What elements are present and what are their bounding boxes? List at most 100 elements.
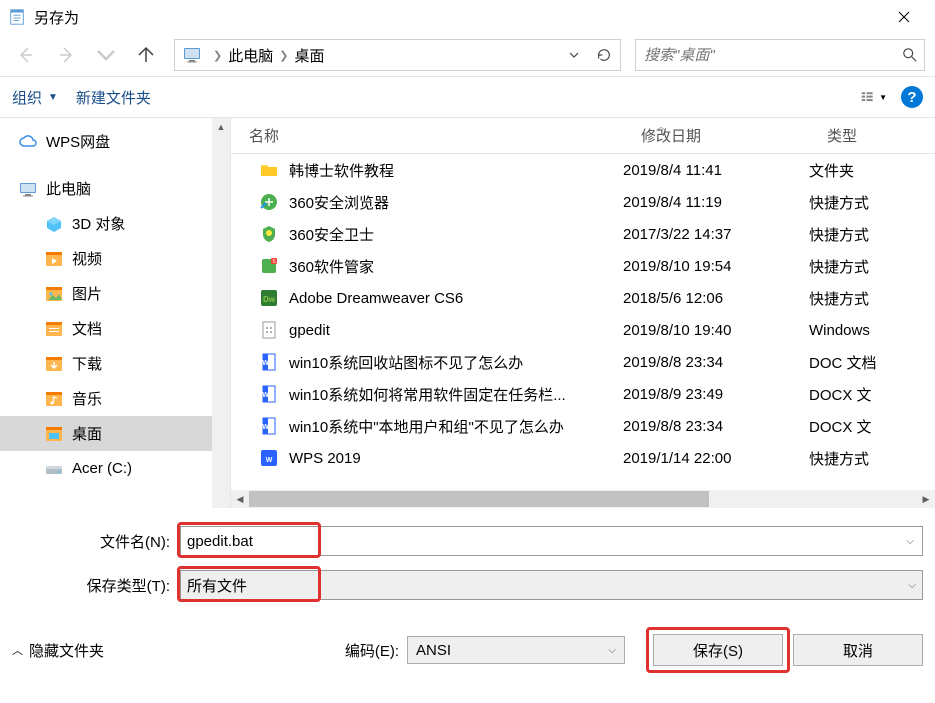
back-button[interactable] [10, 39, 42, 71]
file-date: 2018/5/6 12:06 [623, 290, 809, 307]
forward-button[interactable] [50, 39, 82, 71]
file-name: 韩博士软件教程 [289, 160, 623, 181]
file-type: 快捷方式 [809, 288, 935, 309]
file-name: win10系统回收站图标不见了怎么办 [289, 352, 623, 373]
file-row[interactable]: S360软件管家2019/8/10 19:54快捷方式 [231, 250, 935, 282]
file-row[interactable]: gpedit2019/8/10 19:40Windows [231, 314, 935, 346]
up-button[interactable] [130, 39, 162, 71]
chevron-up-icon: ︿ [12, 642, 23, 658]
cloud-icon [18, 132, 38, 152]
file-type: 文件夹 [809, 160, 935, 181]
file-row[interactable]: 韩博士软件教程2019/8/4 11:41文件夹 [231, 154, 935, 186]
file-type: 快捷方式 [809, 256, 935, 277]
sidebar-item[interactable]: 桌面 [0, 416, 230, 451]
column-date[interactable]: 修改日期 [623, 118, 809, 153]
scroll-left-icon[interactable]: ◀ [231, 490, 249, 508]
file-row[interactable]: 360安全浏览器2019/8/4 11:19快捷方式 [231, 186, 935, 218]
crumb-sep-icon: ❯ [213, 49, 222, 62]
encoding-dropdown[interactable]: ANSI ⌵ [407, 636, 625, 664]
search-input[interactable] [636, 47, 896, 64]
scroll-right-icon[interactable]: ▶ [917, 490, 935, 508]
sidebar-item[interactable]: 下载 [0, 346, 230, 381]
savetype-dropdown[interactable]: 所有文件 ⌵ [180, 570, 923, 600]
file-name: 360软件管家 [289, 256, 623, 277]
file-name: win10系统如何将常用软件固定在任务栏... [289, 384, 623, 405]
column-name[interactable]: 名称 [231, 118, 623, 153]
file-row[interactable]: Wwin10系统中"本地用户和组"不见了怎么办2019/8/8 23:34DOC… [231, 410, 935, 442]
filename-field-wrap: ⌵ [180, 526, 923, 556]
scroll-up-icon[interactable]: ▲ [212, 118, 230, 136]
search-button[interactable] [896, 41, 924, 69]
crumb-current[interactable]: 桌面 [294, 45, 324, 66]
address-dropdown[interactable] [560, 41, 588, 69]
hide-folders-toggle[interactable]: ︿ 隐藏文件夹 [12, 640, 104, 661]
filename-input[interactable] [187, 533, 916, 550]
file-date: 2019/1/14 22:00 [623, 450, 809, 467]
svg-text:Dw: Dw [263, 295, 276, 304]
lnk5-icon: W [259, 448, 279, 468]
file-row[interactable]: 360安全卫士2017/3/22 14:37快捷方式 [231, 218, 935, 250]
chevron-down-icon[interactable]: ⌵ [906, 536, 914, 547]
scroll-thumb[interactable] [249, 491, 709, 507]
sidebar-item[interactable]: WPS网盘 [0, 124, 230, 159]
folder-icon [259, 160, 279, 180]
close-button[interactable] [881, 1, 927, 33]
savetype-label: 保存类型(T): [12, 575, 180, 596]
toolbar: 组织▼ 新建文件夹 ▼ ? [0, 76, 935, 118]
file-name: gpedit [289, 322, 623, 339]
pc-icon [18, 179, 38, 199]
svg-text:W: W [262, 360, 269, 367]
sidebar-item[interactable]: Acer (C:) [0, 451, 230, 486]
file-type: DOC 文档 [809, 352, 935, 373]
bottom-bar: ︿ 隐藏文件夹 编码(E): ANSI ⌵ 保存(S) 取消 [0, 614, 935, 680]
video-icon [44, 249, 64, 269]
file-row[interactable]: Wwin10系统回收站图标不见了怎么办2019/8/8 23:34DOC 文档 [231, 346, 935, 378]
pic-icon [44, 284, 64, 304]
file-type: 快捷方式 [809, 224, 935, 245]
sidebar-item-label: WPS网盘 [46, 131, 110, 152]
sidebar-item[interactable]: 图片 [0, 276, 230, 311]
refresh-button[interactable] [590, 41, 618, 69]
view-options-button[interactable]: ▼ [861, 86, 887, 108]
horizontal-scrollbar[interactable]: ◀ ▶ [231, 490, 935, 508]
file-name: 360安全卫士 [289, 224, 623, 245]
docw-icon: W [259, 384, 279, 404]
lnk4-icon: Dw [259, 288, 279, 308]
column-type[interactable]: 类型 [809, 118, 935, 153]
sidebar-item[interactable]: 3D 对象 [0, 206, 230, 241]
crumb-sep-icon: ❯ [279, 49, 288, 62]
cancel-button[interactable]: 取消 [793, 634, 923, 666]
file-row[interactable]: WWPS 20192019/1/14 22:00快捷方式 [231, 442, 935, 474]
drive-icon [44, 459, 64, 479]
search-box[interactable] [635, 39, 925, 71]
sidebar-item[interactable]: 此电脑 [0, 171, 230, 206]
crumb-root[interactable]: 此电脑 [228, 45, 273, 66]
forward-arrow-icon [56, 45, 76, 65]
file-row[interactable]: Wwin10系统如何将常用软件固定在任务栏...2019/8/9 23:49DO… [231, 378, 935, 410]
sidebar-item[interactable]: 音乐 [0, 381, 230, 416]
file-name: WPS 2019 [289, 450, 623, 467]
sidebar-item-label: 文档 [72, 318, 102, 339]
file-row[interactable]: DwAdobe Dreamweaver CS62018/5/6 12:06快捷方… [231, 282, 935, 314]
doc-icon [44, 319, 64, 339]
address-bar[interactable]: ❯ 此电脑 ❯ 桌面 [174, 39, 621, 71]
new-folder-button[interactable]: 新建文件夹 [76, 87, 151, 108]
music-icon [44, 389, 64, 409]
file-type: DOCX 文 [809, 416, 935, 437]
up-arrow-icon [136, 45, 156, 65]
file-date: 2017/3/22 14:37 [623, 226, 809, 243]
window-title: 另存为 [34, 7, 881, 28]
file-date: 2019/8/10 19:54 [623, 258, 809, 275]
3d-icon [44, 214, 64, 234]
sidebar-item[interactable]: 文档 [0, 311, 230, 346]
save-button[interactable]: 保存(S) [653, 634, 783, 666]
chevron-down-icon [569, 50, 579, 60]
recent-dropdown[interactable] [90, 39, 122, 71]
sidebar-item-label: 图片 [72, 283, 102, 304]
caret-down-icon: ▼ [879, 93, 887, 102]
sidebar-scrollbar[interactable]: ▲ [212, 118, 230, 508]
organize-button[interactable]: 组织▼ [12, 87, 58, 108]
sidebar-item[interactable]: 视频 [0, 241, 230, 276]
help-button[interactable]: ? [901, 86, 923, 108]
refresh-icon [596, 47, 612, 63]
